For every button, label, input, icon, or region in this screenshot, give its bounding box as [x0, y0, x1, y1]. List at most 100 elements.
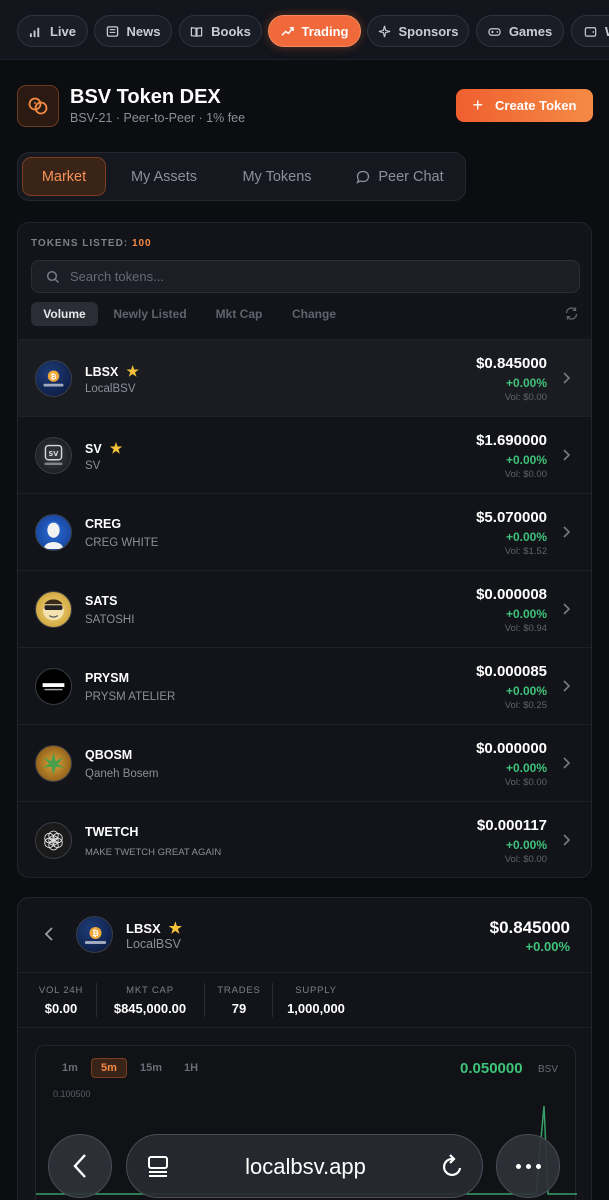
search-icon: [46, 270, 60, 283]
dot-icon: [515, 1163, 521, 1169]
star-icon[interactable]: ★: [169, 919, 182, 937]
token-name: MAKE TWETCH GREAT AGAIN: [85, 847, 222, 858]
search-input[interactable]: [70, 269, 550, 284]
sparkle-icon: [378, 25, 390, 37]
page-subtitle: BSV-21 · Peer-to-Peer · 1% fee: [70, 111, 246, 125]
token-avatar-qbosm: [35, 745, 72, 782]
token-avatar-sats: [35, 591, 72, 628]
nav-games[interactable]: Games: [476, 15, 564, 47]
stat-mkt-cap: MKT CAP $845,000.00: [106, 985, 194, 1016]
satoshi-face-icon: [43, 599, 64, 621]
token-symbol: PRYSM: [85, 671, 129, 685]
token-change: +0.00%: [505, 607, 547, 621]
sort-newly-listed[interactable]: Newly Listed: [106, 302, 194, 326]
tab-my-tokens[interactable]: My Tokens: [224, 157, 330, 196]
sort-volume-label: Volume: [43, 307, 86, 321]
stat-divider: [204, 983, 205, 1017]
tab-market-label: Market: [41, 168, 87, 185]
token-stats: VOL 24H $0.00 MKT CAP $845,000.00 TRADES 79…: [18, 972, 591, 1028]
nav-live-label: Live: [49, 23, 76, 39]
browser-url: localbsv.app: [245, 1154, 366, 1179]
token-avatar-twetch: [35, 822, 72, 859]
create-token-label: Create Token: [495, 98, 577, 113]
trend-up-icon: [280, 26, 294, 36]
refresh-icon[interactable]: [564, 306, 579, 321]
plus-icon: +: [472, 95, 484, 115]
nav-books-label: Books: [211, 23, 251, 39]
token-row-prysm[interactable]: PRYSM PRYSM ATELIER $0.000085 +0.00% Vol…: [18, 647, 591, 724]
dot-icon: [535, 1163, 541, 1169]
nav-books[interactable]: Books: [179, 15, 262, 47]
sort-change[interactable]: Change: [282, 302, 346, 326]
token-symbol-text: TWETCH: [85, 825, 139, 839]
nav-trading-label: Trading: [301, 23, 349, 39]
detail-token-price: $0.845000: [489, 918, 570, 937]
more-options-button[interactable]: [496, 1134, 560, 1198]
nav-news[interactable]: News: [94, 15, 172, 47]
token-change: +0.00%: [505, 684, 547, 698]
nav-news-label: News: [126, 23, 161, 39]
token-change: +0.00%: [505, 376, 547, 390]
token-symbol-text: SV: [85, 441, 102, 456]
token-symbol: CREG: [85, 517, 121, 531]
browser-address-bar[interactable]: localbsv.app: [126, 1134, 483, 1198]
detail-token-avatar: ₿: [76, 916, 113, 953]
nav-games-label: Games: [508, 23, 553, 39]
dex-logo: [17, 85, 59, 127]
sort-mkt-cap-label: Mkt Cap: [215, 307, 263, 321]
create-token-button[interactable]: + Create Token: [456, 89, 593, 122]
nav-wallet[interactable]: W: [571, 15, 609, 47]
nav-trading[interactable]: Trading: [268, 15, 361, 47]
reload-icon[interactable]: [441, 1154, 465, 1180]
tab-bar: Market My Assets My Tokens Peer Chat: [17, 152, 466, 201]
stat-label: VOL 24H: [38, 985, 84, 996]
token-row-creg[interactable]: CREG CREG WHITE $5.070000 +0.00% Vol: $1…: [18, 493, 591, 570]
token-name: SATOSHI: [85, 614, 135, 626]
chevron-right-icon: [563, 449, 571, 461]
wallet-icon: [584, 26, 597, 37]
stat-value: 1,000,000: [287, 1001, 345, 1016]
nav-live[interactable]: Live: [17, 15, 88, 47]
tab-market[interactable]: Market: [22, 157, 106, 196]
token-row-sv[interactable]: SV SV ★ SV $1.690000 +0.00% Vol: $0.00: [18, 416, 591, 493]
tab-my-assets[interactable]: My Assets: [114, 157, 214, 196]
sort-mkt-cap[interactable]: Mkt Cap: [206, 302, 272, 326]
token-volume: Vol: $0.00: [504, 777, 547, 788]
bitcoin-logo-icon: ₿: [43, 370, 64, 387]
gamepad-icon: [488, 27, 501, 36]
browser-back-button[interactable]: [48, 1134, 112, 1198]
stat-value: 79: [231, 1001, 247, 1016]
sort-newly-listed-label: Newly Listed: [113, 307, 187, 321]
detail-token-change: +0.00%: [525, 939, 570, 954]
tokens-listed-count: TOKENS LISTED: 100: [31, 238, 152, 249]
token-change: +0.00%: [505, 761, 547, 775]
token-avatar-lbsx: ₿: [35, 360, 72, 397]
token-row-twetch[interactable]: TWETCH MAKE TWETCH GREAT AGAIN $0.000117…: [18, 801, 591, 877]
tab-peer-chat-label: Peer Chat: [378, 168, 444, 185]
star-icon[interactable]: ★: [110, 440, 123, 457]
sort-volume[interactable]: Volume: [31, 302, 98, 326]
token-volume: Vol: $0.00: [504, 854, 547, 865]
token-row-qbosm[interactable]: QBOSM Qaneh Bosem $0.000000 +0.00% Vol: …: [18, 724, 591, 801]
token-symbol: LBSX ★: [85, 363, 139, 380]
coins-icon: [28, 97, 48, 115]
portrait-icon: [43, 521, 64, 550]
search-box[interactable]: [31, 260, 580, 293]
token-price: $0.845000: [476, 355, 547, 372]
star-icon[interactable]: ★: [126, 363, 139, 380]
chevron-right-icon: [563, 680, 571, 692]
nav-sponsors[interactable]: Sponsors: [367, 15, 469, 47]
token-name: LocalBSV: [85, 383, 136, 395]
token-change: +0.00%: [505, 453, 547, 467]
nav-wallet-label: W: [605, 24, 609, 39]
chevron-right-icon: [563, 834, 571, 846]
token-row-lbsx[interactable]: ₿ LBSX ★ LocalBSV $0.845000 +0.00% Vol: $…: [18, 339, 591, 416]
token-volume: Vol: $0.00: [504, 392, 547, 403]
chevron-left-icon[interactable]: [43, 926, 55, 942]
token-row-sats[interactable]: SATS SATOSHI $0.000008 +0.00% Vol: $0.94: [18, 570, 591, 647]
tab-peer-chat[interactable]: Peer Chat: [340, 157, 460, 196]
token-volume: Vol: $0.00: [504, 469, 547, 480]
page-title: BSV Token DEX: [70, 86, 221, 108]
chevron-right-icon: [563, 372, 571, 384]
token-volume: Vol: $0.25: [504, 700, 547, 711]
